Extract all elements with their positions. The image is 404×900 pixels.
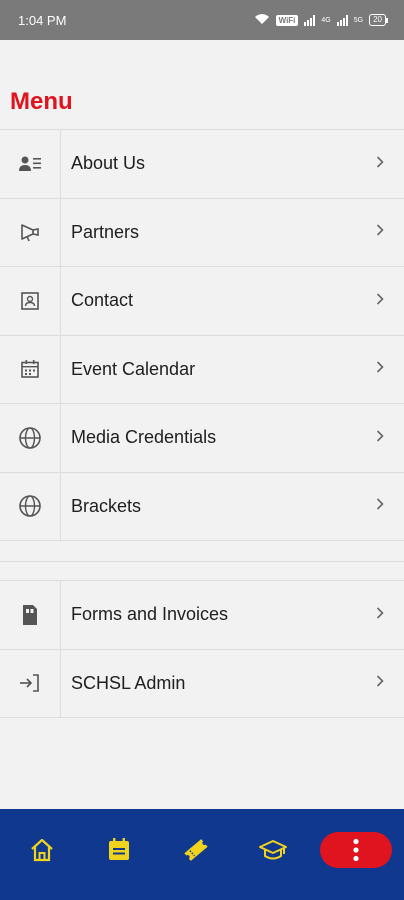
wifi-badge: WiFi <box>275 14 299 26</box>
section-divider <box>0 561 404 562</box>
login-icon <box>0 649 61 717</box>
more-vertical-icon <box>352 838 359 861</box>
nav-tickets-button[interactable] <box>166 825 226 875</box>
status-icons: WiFi 4G 5G 20 <box>254 13 388 28</box>
calendar-icon <box>0 335 61 403</box>
menu-item-label: SCHSL Admin <box>71 672 186 693</box>
graduation-cap-icon <box>258 839 287 859</box>
menu-item-schsl-admin[interactable]: SCHSL Admin <box>0 649 404 718</box>
bottom-nav <box>0 809 404 900</box>
signal-label-1: 4G <box>321 16 331 24</box>
document-icon <box>0 581 61 649</box>
nav-schools-button[interactable] <box>243 825 303 875</box>
menu-item-media-credentials[interactable]: Media Credentials <box>0 404 404 473</box>
signal-label-2: 5G <box>353 16 364 24</box>
megaphone-icon <box>0 198 61 266</box>
menu-item-label: Forms and Invoices <box>71 604 229 625</box>
menu-list-secondary: Forms and Invoices SCHSL Admin <box>0 580 404 718</box>
signal-icon <box>336 14 348 26</box>
person-list-icon <box>0 130 61 198</box>
menu-item-contact[interactable]: Contact <box>0 267 404 336</box>
wifi-icon <box>254 13 270 28</box>
menu-item-label: Contact <box>71 290 134 311</box>
menu-item-partners[interactable]: Partners <box>0 198 404 267</box>
menu-item-about-us[interactable]: About Us <box>0 130 404 199</box>
page-title: Menu <box>10 88 73 115</box>
chevron-right-icon <box>376 497 384 515</box>
menu-item-label: About Us <box>71 153 146 174</box>
signal-icon <box>304 14 316 26</box>
chevron-right-icon <box>376 292 384 310</box>
home-icon <box>31 838 54 861</box>
status-bar: 1:04 PM WiFi 4G 5G 20 <box>0 0 404 40</box>
chevron-right-icon <box>376 674 384 692</box>
battery-icon: 20 <box>369 14 388 26</box>
chevron-right-icon <box>376 606 384 624</box>
contact-card-icon <box>0 267 61 335</box>
news-icon <box>109 837 130 860</box>
nav-news-button[interactable] <box>89 825 149 875</box>
menu-item-label: Partners <box>71 221 140 242</box>
menu-item-label: Brackets <box>71 495 142 516</box>
menu-item-event-calendar[interactable]: Event Calendar <box>0 335 404 404</box>
status-time: 1:04 PM <box>18 12 67 28</box>
menu-item-label: Event Calendar <box>71 358 196 379</box>
menu-item-forms-and-invoices[interactable]: Forms and Invoices <box>0 581 404 650</box>
chevron-right-icon <box>376 223 384 241</box>
menu-item-label: Media Credentials <box>71 427 217 448</box>
menu-list: About Us Partners Contact Event Calendar… <box>0 129 404 541</box>
chevron-right-icon <box>376 155 384 173</box>
globe-icon <box>0 472 61 540</box>
menu-item-brackets[interactable]: Brackets <box>0 472 404 541</box>
ticket-icon <box>184 838 208 861</box>
globe-icon <box>0 404 61 472</box>
chevron-right-icon <box>376 429 384 447</box>
nav-home-button[interactable] <box>12 825 72 875</box>
more-menu-button[interactable] <box>319 831 392 868</box>
chevron-right-icon <box>376 360 384 378</box>
